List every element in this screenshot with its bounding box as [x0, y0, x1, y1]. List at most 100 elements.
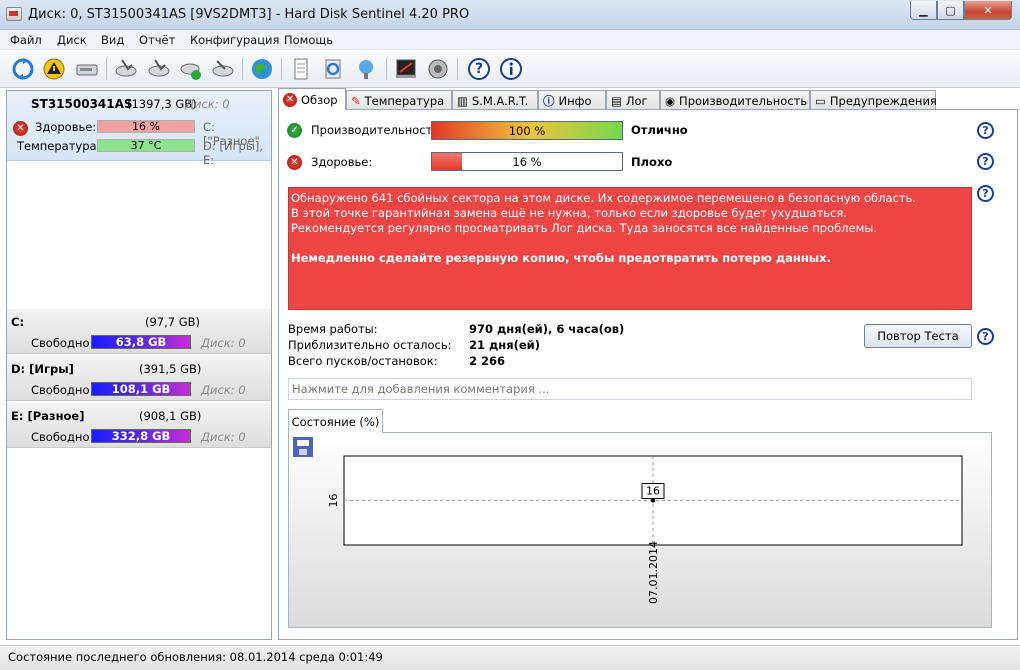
disk-ok-icon[interactable] [178, 56, 204, 82]
partition-disk: Диск: 0 [201, 336, 246, 350]
tab-label: Обзор [301, 92, 338, 107]
menu-config[interactable]: Конфигурация [190, 33, 279, 47]
health-status: Плохо [631, 155, 673, 169]
health-x-icon: ✕ [287, 155, 302, 170]
health-label-main: Здоровье: [311, 155, 373, 169]
tab-log[interactable]: ▤ Лог [606, 90, 660, 110]
retest-button[interactable]: Повтор Теста [864, 324, 972, 348]
temp-label: Температура: [17, 139, 101, 153]
message-backup-line: Немедленно сделайте резервную копию, что… [291, 251, 831, 265]
health-label: Здоровье: [35, 120, 97, 134]
menu-file[interactable]: Файл [10, 33, 42, 47]
help-health-icon[interactable]: ? [977, 153, 994, 170]
health-value-main: 16 % [512, 155, 542, 169]
warnings-doc-icon: ▭ [815, 93, 826, 108]
disk-drives-2: D: [Игры], E: [203, 139, 264, 167]
partition-size: (908,1 GB) [139, 409, 202, 423]
health-bar-main: 16 % [431, 152, 623, 171]
globe-icon[interactable] [249, 56, 275, 82]
menu-bar: Файл Диск Вид Отчёт Конфигурация Помощь [0, 30, 1020, 50]
tab-performance[interactable]: ◉ Производительность [660, 90, 810, 110]
status-text: Состояние последнего обновления: 08.01.2… [8, 650, 383, 664]
app-icon [6, 7, 22, 21]
health-message: Обнаружено 641 сбойных сектора на этом д… [288, 187, 972, 310]
tab-label: Предупреждения [829, 93, 937, 108]
overview-x-icon: ✕ [283, 92, 297, 107]
free-label: Свободно [31, 383, 90, 397]
partition-name: C: [11, 315, 25, 329]
tab-info[interactable]: ⓘ Инфо [538, 90, 606, 110]
disk-model: ST31500341AS [31, 97, 133, 111]
uptime-label: Время работы: [288, 322, 378, 336]
free-label: Свободно [31, 430, 90, 444]
partition-size: (391,5 GB) [139, 362, 202, 376]
disk-index: Диск: 0 [185, 97, 230, 111]
free-label: Свободно [31, 336, 90, 350]
disk-settings-icon[interactable] [210, 56, 236, 82]
drive-icon[interactable] [74, 56, 100, 82]
tab-temperature[interactable]: ✎ Температура [346, 90, 452, 110]
refresh-icon[interactable] [10, 56, 36, 82]
left-pane: ST31500341AS (1397,3 GB) Диск: 0 ✕ Здоро… [6, 90, 272, 640]
check-icon: ✓ [287, 123, 302, 138]
help-message-icon[interactable]: ? [977, 185, 994, 202]
maximize-button[interactable]: ▢ [937, 1, 964, 20]
log-icon[interactable] [393, 56, 419, 82]
tab-label: Температура [364, 93, 445, 108]
performance-value: 100 % [508, 123, 546, 138]
minimize-button[interactable]: ▁ [910, 1, 937, 20]
disk-check-icon[interactable] [113, 56, 139, 82]
network-icon[interactable] [353, 56, 379, 82]
partition-disk: Диск: 0 [201, 430, 246, 444]
remaining-label: Приблизительно осталось: [288, 338, 452, 352]
report-icon[interactable] [288, 56, 314, 82]
health-bar: 16 % [97, 120, 195, 133]
performance-status: Отлично [631, 123, 688, 137]
message-line: В этой точке гарантийная замена ещё не н… [291, 206, 847, 220]
remaining-value: 21 дня(ей) [469, 338, 540, 352]
window-title: Диск: 0, ST31500341AS [9VS2DMT3] - Hard … [28, 7, 470, 22]
free-bar: 332,8 GB [91, 429, 191, 443]
tab-smart[interactable]: ▥ S.M.A.R.T. [452, 90, 538, 110]
temp-value: 37 °C [130, 139, 162, 152]
health-bad-icon: ✕ [13, 121, 28, 136]
disk-test-icon[interactable] [146, 56, 172, 82]
close-button[interactable]: ✕ [964, 1, 1012, 20]
warning-icon[interactable] [41, 56, 67, 82]
performance-bar: 100 % [431, 121, 623, 140]
partition-c[interactable]: C: (97,7 GB) Свободно 63,8 GB Диск: 0 [7, 308, 271, 354]
sound-icon[interactable] [425, 56, 451, 82]
tab-label: Инфо [558, 93, 592, 108]
tab-health-chart[interactable]: Состояние (%) [288, 409, 383, 433]
starts-label: Всего пусков/остановок: [288, 354, 438, 368]
menu-view[interactable]: Вид [101, 33, 124, 47]
free-bar: 63,8 GB [91, 335, 191, 349]
comment-input[interactable]: Нажмите для добавления комментария ... [288, 378, 972, 400]
disk-card[interactable]: ST31500341AS (1397,3 GB) Диск: 0 ✕ Здоро… [7, 91, 271, 167]
temp-bar: 37 °C [97, 139, 195, 152]
tab-overview[interactable]: ✕ Обзор [278, 88, 346, 110]
menu-help[interactable]: Помощь [284, 33, 333, 47]
free-bar: 108,1 GB [91, 382, 191, 396]
data-label: 16 [646, 485, 660, 498]
partition-e[interactable]: E: [Разное] (908,1 GB) Свободно 332,8 GB… [7, 402, 271, 448]
y-tick-label: 16 [327, 494, 340, 508]
title-bar: Диск: 0, ST31500341AS [9VS2DMT3] - Hard … [0, 0, 1020, 30]
menu-report[interactable]: Отчёт [139, 33, 175, 47]
partition-name: D: [Игры] [11, 362, 74, 376]
partition-d[interactable]: D: [Игры] (391,5 GB) Свободно 108,1 GB Д… [7, 355, 271, 401]
help-retest-icon[interactable]: ? [977, 328, 994, 345]
menu-disk[interactable]: Диск [57, 33, 87, 47]
health-chart: 16 07.01.2014 16 [327, 455, 963, 604]
tab-warnings[interactable]: ▭ Предупреждения [810, 90, 937, 110]
info-icon[interactable] [498, 56, 524, 82]
gauge-icon: ◉ [665, 93, 676, 108]
health-value: 16 % [132, 120, 160, 133]
help-performance-icon[interactable]: ? [977, 122, 994, 139]
update-icon[interactable] [320, 56, 346, 82]
tab-label: S.M.A.R.T. [471, 93, 529, 108]
help-icon[interactable]: ? [466, 56, 492, 82]
tab-label: Производительность [679, 93, 808, 108]
status-bar: Состояние последнего обновления: 08.01.2… [0, 645, 1020, 670]
partition-disk: Диск: 0 [201, 383, 246, 397]
